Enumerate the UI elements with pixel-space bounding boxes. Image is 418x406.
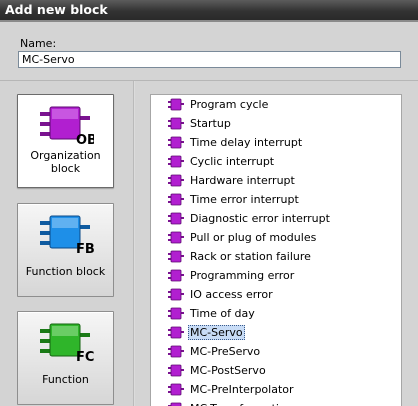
organization-block-label: Organization block: [30, 149, 101, 175]
name-input[interactable]: [18, 51, 401, 68]
ob-list-item-label: MC-PreInterpolator: [190, 383, 294, 396]
organization-block-small-icon: [168, 193, 184, 206]
ob-list-item-label: Diagnostic error interrupt: [190, 212, 330, 225]
organization-block-small-icon: [168, 269, 184, 282]
ob-list-item[interactable]: Time of day: [168, 305, 257, 322]
organization-block-small-icon: [168, 117, 184, 130]
ob-list-item-label: Rack or station failure: [190, 250, 311, 263]
ob-list-item-label: Time of day: [190, 307, 255, 320]
organization-block-small-icon: [168, 250, 184, 263]
ob-list-item[interactable]: MC-PreServo: [168, 343, 262, 360]
organization-block-small-icon: [168, 288, 184, 301]
ob-list-item-label: Cyclic interrupt: [190, 155, 275, 168]
function-label: Function: [42, 373, 89, 386]
ob-list-item[interactable]: Programming error: [168, 267, 296, 284]
ob-badge: OB: [76, 133, 94, 146]
organization-block-small-icon: [168, 307, 184, 320]
ob-list-item[interactable]: Time error interrupt: [168, 191, 301, 208]
ob-list-item-label: Hardware interrupt: [190, 174, 295, 187]
dialog-title: Add new block: [0, 0, 418, 20]
ob-list-item-label: Time error interrupt: [190, 193, 299, 206]
panel-separator: [133, 81, 135, 406]
organization-block-small-icon: [168, 155, 184, 168]
organization-block-small-icon: [168, 383, 184, 396]
ob-list-item-label: Pull or plug of modules: [190, 231, 317, 244]
ob-list-item[interactable]: MC-PostServo: [168, 362, 268, 379]
ob-list-item[interactable]: Hardware interrupt: [168, 172, 297, 189]
organization-block-button[interactable]: OB Organization block: [17, 94, 114, 188]
ob-list-item[interactable]: Diagnostic error interrupt: [168, 210, 332, 227]
ob-type-list: Program cycle Startup Time delay interrupt…: [150, 94, 402, 406]
ob-list-item[interactable]: Cyclic interrupt: [168, 153, 276, 170]
block-type-panel: OB Organization block FB Function block …: [0, 81, 133, 406]
ob-list-item-label: MC-PostServo: [190, 364, 266, 377]
ob-list-item-label: Time delay interrupt: [190, 136, 303, 149]
ob-list-item-label: Programming error: [190, 269, 295, 282]
ob-list-item[interactable]: MC-Transformation: [168, 400, 295, 406]
organization-block-small-icon: [168, 326, 184, 339]
organization-block-small-icon: [168, 98, 184, 111]
ob-list-item[interactable]: MC-PreInterpolator: [168, 381, 296, 398]
ob-list-item[interactable]: MC-Servo: [168, 324, 245, 341]
ob-list-item[interactable]: Time delay interrupt: [168, 134, 304, 151]
organization-block-small-icon: [168, 402, 182, 406]
function-block-icon: FB: [39, 215, 94, 255]
name-label: Name:: [20, 37, 57, 50]
organization-block-icon: OB: [39, 106, 94, 146]
ob-list-item[interactable]: Pull or plug of modules: [168, 229, 318, 246]
function-button[interactable]: FC Function: [17, 311, 114, 405]
ob-list-item-label: Program cycle: [190, 98, 269, 111]
function-block-button[interactable]: FB Function block: [17, 203, 114, 297]
ob-list-item[interactable]: Startup: [168, 115, 233, 132]
ob-list-item-label: MC-Transformation: [188, 401, 295, 406]
organization-block-small-icon: [168, 345, 184, 358]
organization-block-small-icon: [168, 174, 184, 187]
ob-list-item-label: IO access error: [190, 288, 273, 301]
ob-list-item-label: MC-Servo: [188, 325, 245, 340]
function-block-label: Function block: [25, 265, 106, 278]
ob-list-item[interactable]: Rack or station failure: [168, 248, 313, 265]
organization-block-small-icon: [168, 364, 184, 377]
function-icon: FC: [39, 323, 94, 363]
fc-badge: FC: [76, 350, 94, 363]
organization-block-small-icon: [168, 231, 184, 244]
ob-list-item[interactable]: Program cycle: [168, 96, 270, 113]
organization-block-small-icon: [168, 212, 184, 225]
ob-list-item-label: Startup: [190, 117, 231, 130]
ob-list-item-label: MC-PreServo: [190, 345, 261, 358]
organization-block-small-icon: [168, 136, 184, 149]
fb-badge: FB: [76, 242, 94, 255]
title-divider: [0, 20, 418, 22]
ob-list-item[interactable]: IO access error: [168, 286, 275, 303]
